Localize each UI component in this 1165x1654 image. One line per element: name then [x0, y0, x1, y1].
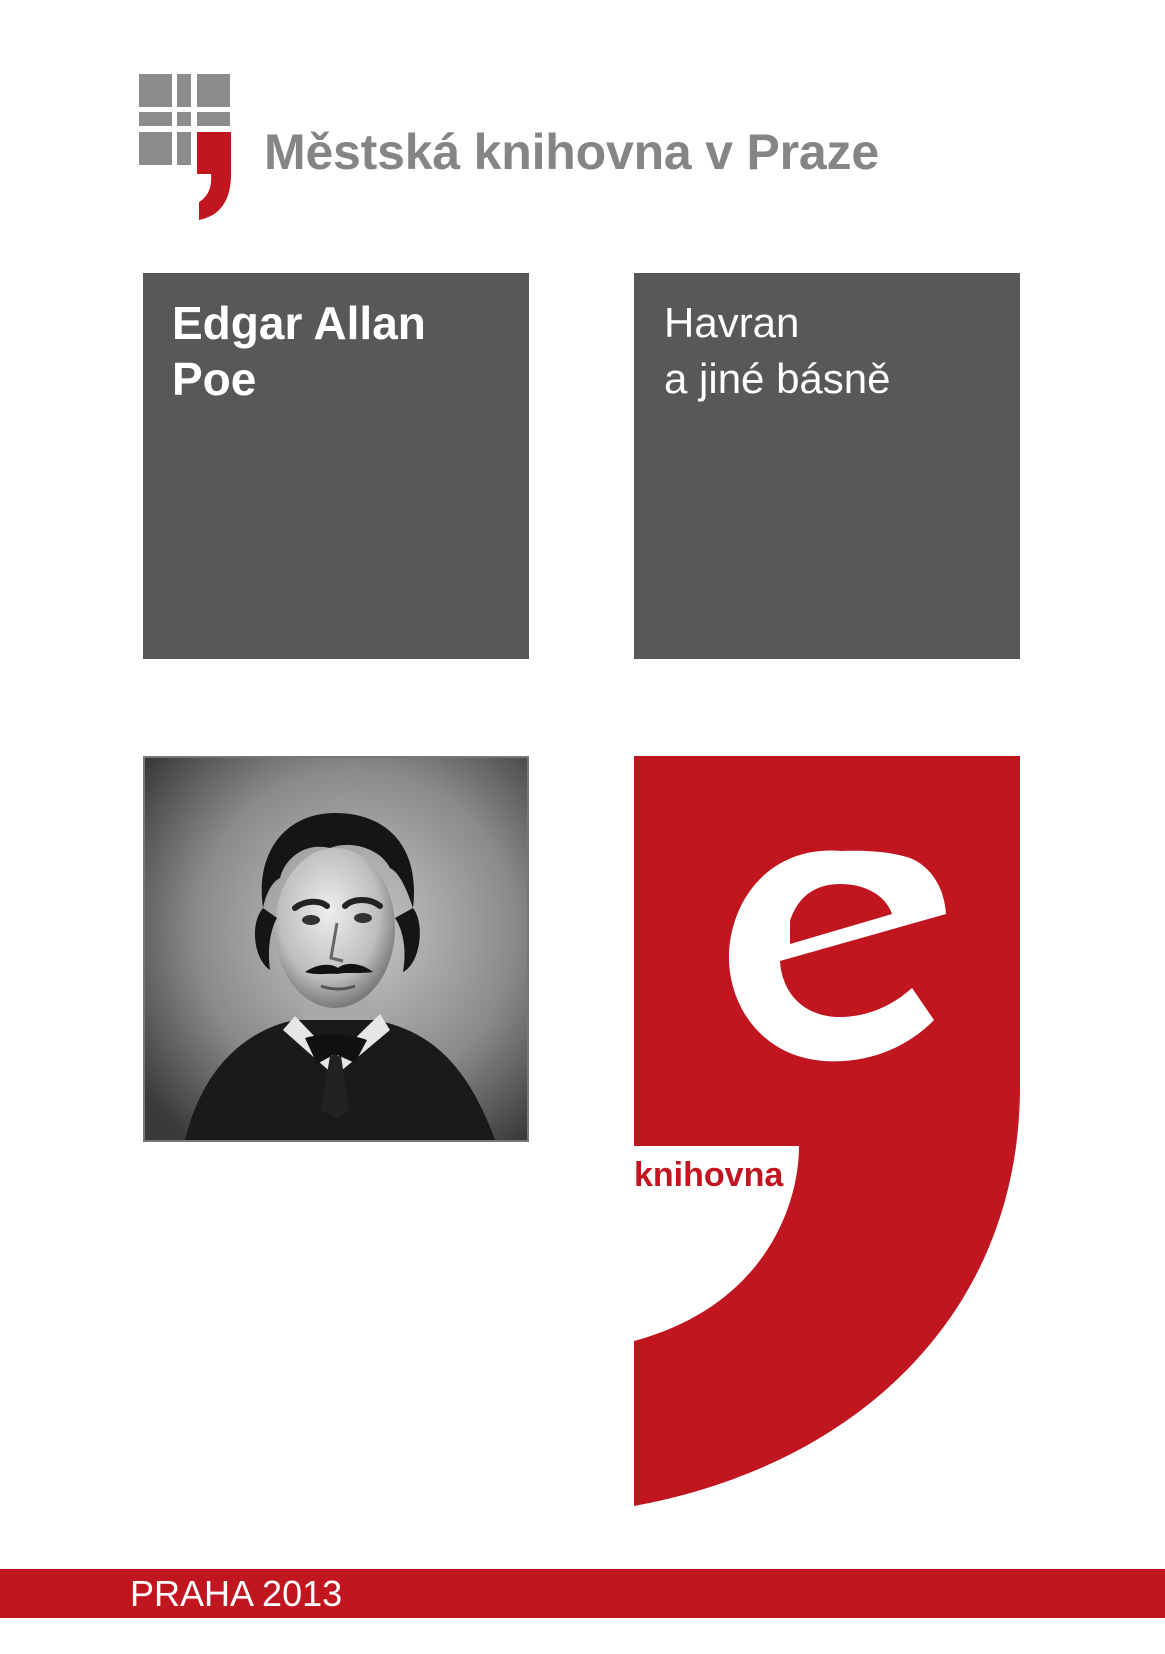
title-box: Havran a jiné básně — [634, 273, 1020, 659]
book-title-line2: a jiné básně — [664, 355, 891, 402]
brand-label: knihovna — [634, 1156, 784, 1194]
book-title-line1: Havran — [664, 299, 800, 346]
footer-text: PRAHA 2013 — [130, 1573, 343, 1614]
author-portrait-icon — [143, 756, 529, 1142]
library-logo-icon — [139, 74, 249, 220]
author-box: Edgar Allan Poe — [143, 273, 529, 659]
e-knihovna-logo-icon — [634, 756, 1020, 1506]
library-name: Městská knihovna v Praze — [264, 124, 879, 180]
author-name-line2: Poe — [172, 353, 257, 405]
author-name-line1: Edgar Allan — [172, 297, 426, 349]
